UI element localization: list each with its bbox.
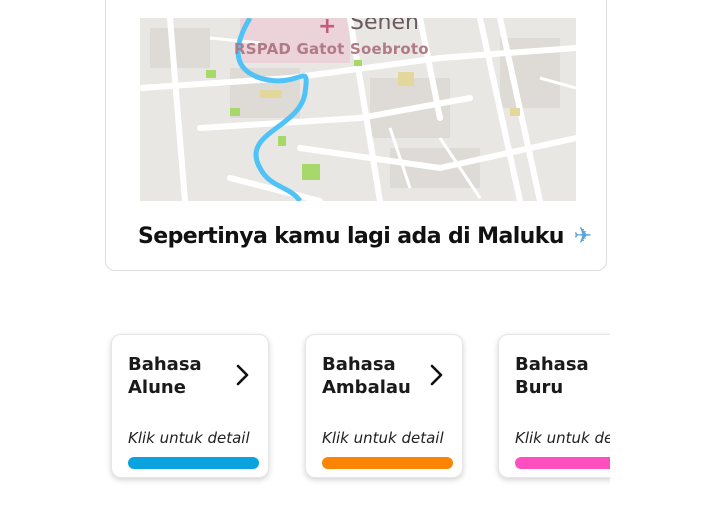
- language-card-alune[interactable]: Bahasa Alune Klik untuk detail: [111, 334, 269, 478]
- map-hospital-label: RSPAD Gatot Soebroto: [234, 40, 429, 58]
- chevron-right-icon[interactable]: [230, 363, 254, 387]
- chevron-right-icon[interactable]: [424, 363, 448, 387]
- language-card-list[interactable]: Bahasa Alune Klik untuk detail Bahasa Am…: [105, 330, 610, 490]
- detail-link[interactable]: Klik untuk detail: [515, 429, 610, 447]
- language-title: Bahasa Alune: [128, 354, 202, 398]
- color-bar: [322, 457, 453, 469]
- color-bar: [128, 457, 259, 469]
- language-title: Bahasa Buru: [515, 354, 589, 398]
- location-card: + Senen RSPAD Gatot Soebroto Sepertinya …: [105, 0, 607, 271]
- location-message-text: Sepertinya kamu lagi ada di Maluku: [138, 224, 564, 249]
- language-card-ambalau[interactable]: Bahasa Ambalau Klik untuk detail: [305, 334, 463, 478]
- airplane-icon: ✈: [573, 224, 592, 249]
- map-district-label: Senen: [350, 18, 419, 35]
- color-bar: [515, 457, 610, 469]
- detail-link[interactable]: Klik untuk detail: [128, 429, 250, 447]
- location-message: Sepertinya kamu lagi ada di Maluku ✈: [138, 224, 592, 249]
- hospital-cross-icon: +: [318, 18, 337, 39]
- language-title: Bahasa Ambalau: [322, 354, 411, 398]
- language-card-buru[interactable]: Bahasa Buru Klik untuk detail: [498, 334, 610, 478]
- location-map[interactable]: + Senen RSPAD Gatot Soebroto: [140, 18, 576, 201]
- detail-link[interactable]: Klik untuk detail: [322, 429, 444, 447]
